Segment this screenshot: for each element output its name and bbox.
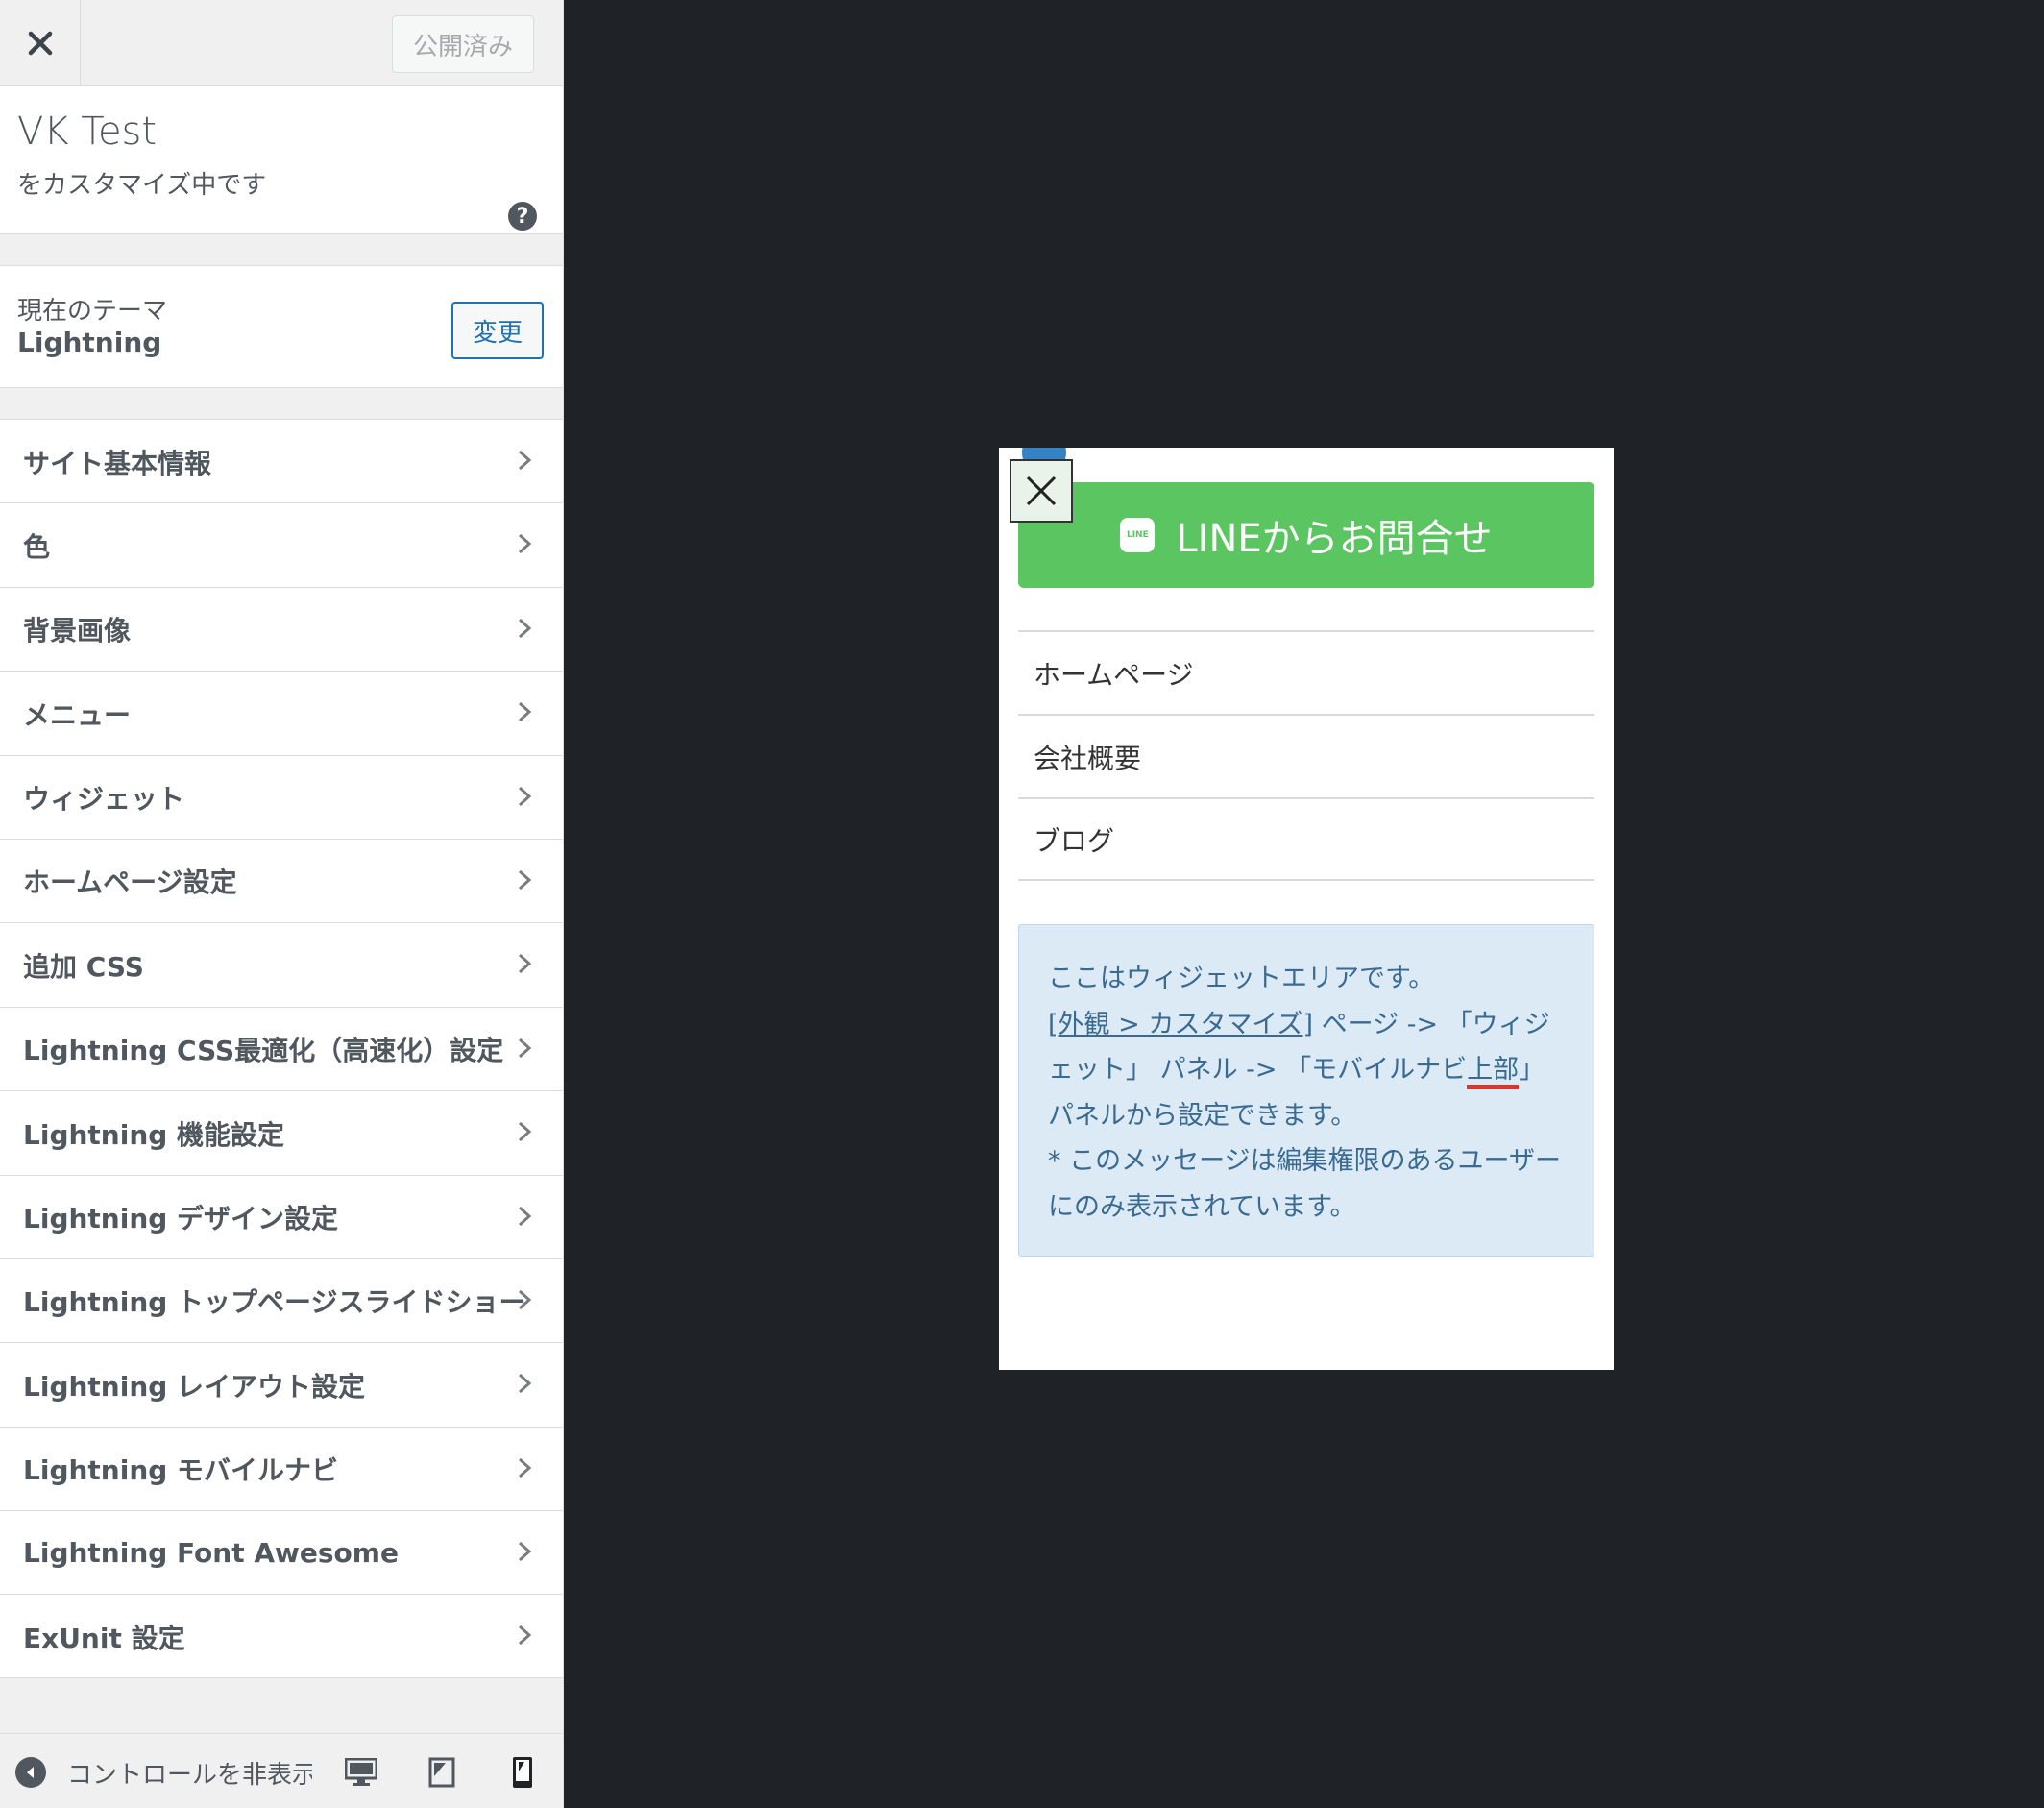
panel-label: サイト基本情報: [23, 447, 212, 479]
panel-label: 追加 CSS: [23, 950, 144, 983]
mobile-preview: LINE LINEからお問合せ ホームページ 会社概要 ブログ ここはウィジェッ…: [999, 448, 1614, 1370]
tablet-icon[interactable]: [423, 1753, 461, 1792]
notice-line: * このメッセージは編集権限のあるユーザーにのみ表示されています。: [1048, 1146, 1562, 1222]
mobile-nav-item[interactable]: ホームページ: [1018, 630, 1594, 714]
panel-label: Lightning レイアウト設定: [23, 1370, 366, 1403]
collapse-arrow-icon: [15, 1757, 46, 1788]
panel-lightning-mobile-nav[interactable]: Lightning モバイルナビ: [0, 1426, 563, 1511]
panel-lightning-features[interactable]: Lightning 機能設定: [0, 1090, 563, 1175]
mobile-nav-item[interactable]: 会社概要: [1018, 714, 1594, 797]
panel-homepage-settings[interactable]: ホームページ設定: [0, 838, 563, 923]
theme-label: 現在のテーマ: [17, 297, 168, 326]
panel-list: サイト基本情報 色 背景画像 メニュー ウィジェット ホームページ設定 追加 C…: [0, 419, 563, 1678]
customizer-footer: コントロールを非表示: [0, 1733, 563, 1808]
chevron-right-icon: [518, 618, 532, 638]
panel-lightning-css-optimize[interactable]: Lightning CSS最適化（高速化）設定: [0, 1006, 563, 1091]
chevron-right-icon: [518, 786, 532, 806]
desktop-icon[interactable]: [342, 1753, 380, 1792]
chevron-right-icon: [518, 1289, 532, 1310]
chevron-right-icon: [518, 534, 532, 554]
panel-lightning-font-awesome[interactable]: Lightning Font Awesome: [0, 1510, 563, 1595]
line-button-label: LINEからお問合せ: [1176, 517, 1493, 561]
chevron-right-icon: [518, 1038, 532, 1058]
close-menu-button[interactable]: [1010, 459, 1073, 523]
mobile-nav: ホームページ 会社概要 ブログ: [1018, 630, 1594, 881]
panel-site-identity[interactable]: サイト基本情報: [0, 419, 563, 503]
mobile-icon[interactable]: [503, 1753, 542, 1792]
panel-widgets[interactable]: ウィジェット: [0, 754, 563, 839]
panel-label: Lightning Font Awesome: [23, 1537, 399, 1570]
panel-additional-css[interactable]: 追加 CSS: [0, 922, 563, 1007]
panel-label: 背景画像: [23, 615, 132, 647]
customizer-sidebar: 公開済み VK Test をカスタマイズ中です ? 現在のテーマ Lightni…: [0, 0, 564, 1808]
close-customizer-button[interactable]: [0, 0, 81, 86]
panel-label: メニュー: [23, 698, 132, 731]
change-theme-button[interactable]: 変更: [451, 302, 544, 359]
chevron-right-icon: [518, 450, 532, 471]
hide-controls-label: コントロールを非表示: [67, 1760, 312, 1790]
panel-label: Lightning デザイン設定: [23, 1203, 339, 1235]
panel-label: ホームページ設定: [23, 867, 237, 899]
panel-label: ウィジェット: [23, 783, 185, 816]
site-info: VK Test をカスタマイズ中です ?: [0, 86, 563, 234]
chevron-right-icon: [518, 1457, 532, 1478]
widget-area-notice: ここはウィジェットエリアです。 [外観 > カスタマイズ] ページ -> 「ウィ…: [1018, 924, 1594, 1257]
chevron-right-icon: [518, 1374, 532, 1394]
panel-label: Lightning モバイルナビ: [23, 1454, 339, 1487]
question-circle-icon[interactable]: ?: [508, 202, 537, 231]
panel-lightning-layout[interactable]: Lightning レイアウト設定: [0, 1342, 563, 1427]
site-title: VK Test: [17, 110, 158, 154]
current-theme: 現在のテーマ Lightning 変更: [0, 265, 563, 388]
line-contact-button[interactable]: LINE LINEからお問合せ: [1018, 482, 1594, 588]
chevron-right-icon: [518, 954, 532, 974]
panel-label: Lightning 機能設定: [23, 1118, 285, 1151]
chevron-right-icon: [518, 869, 532, 891]
panel-label: Lightning CSS最適化（高速化）設定: [23, 1035, 504, 1067]
close-icon: [28, 31, 52, 55]
panel-lightning-design[interactable]: Lightning デザイン設定: [0, 1174, 563, 1258]
chevron-right-icon: [518, 1625, 532, 1646]
chevron-right-icon: [518, 1122, 532, 1142]
panel-menus[interactable]: メニュー: [0, 671, 563, 755]
panel-label: ExUnit 設定: [23, 1622, 185, 1654]
mobile-nav-item[interactable]: ブログ: [1018, 797, 1594, 881]
hide-controls-button[interactable]: コントロールを非表示: [15, 1755, 312, 1790]
panel-label: Lightning トップページスライドショー: [23, 1286, 526, 1319]
highlighted-text: 上部: [1467, 1055, 1520, 1089]
site-subtitle: をカスタマイズ中です: [17, 171, 267, 200]
chevron-right-icon: [518, 702, 532, 722]
chevron-right-icon: [518, 1541, 532, 1562]
panel-background-image[interactable]: 背景画像: [0, 586, 563, 672]
customizer-header: 公開済み: [0, 0, 563, 86]
panel-exunit-settings[interactable]: ExUnit 設定: [0, 1594, 563, 1678]
publish-button[interactable]: 公開済み: [392, 15, 534, 73]
panel-colors[interactable]: 色: [0, 502, 563, 587]
theme-name: Lightning: [17, 327, 162, 358]
line-icon: LINE: [1120, 518, 1156, 552]
customize-link[interactable]: 外観 > カスタマイズ: [1058, 1010, 1303, 1039]
notice-line: ここはウィジェットエリアです。: [1048, 964, 1435, 993]
close-icon: [1026, 476, 1057, 506]
chevron-right-icon: [518, 1206, 532, 1226]
panel-label: 色: [23, 530, 51, 563]
panel-lightning-slideshow[interactable]: Lightning トップページスライドショー: [0, 1258, 563, 1343]
